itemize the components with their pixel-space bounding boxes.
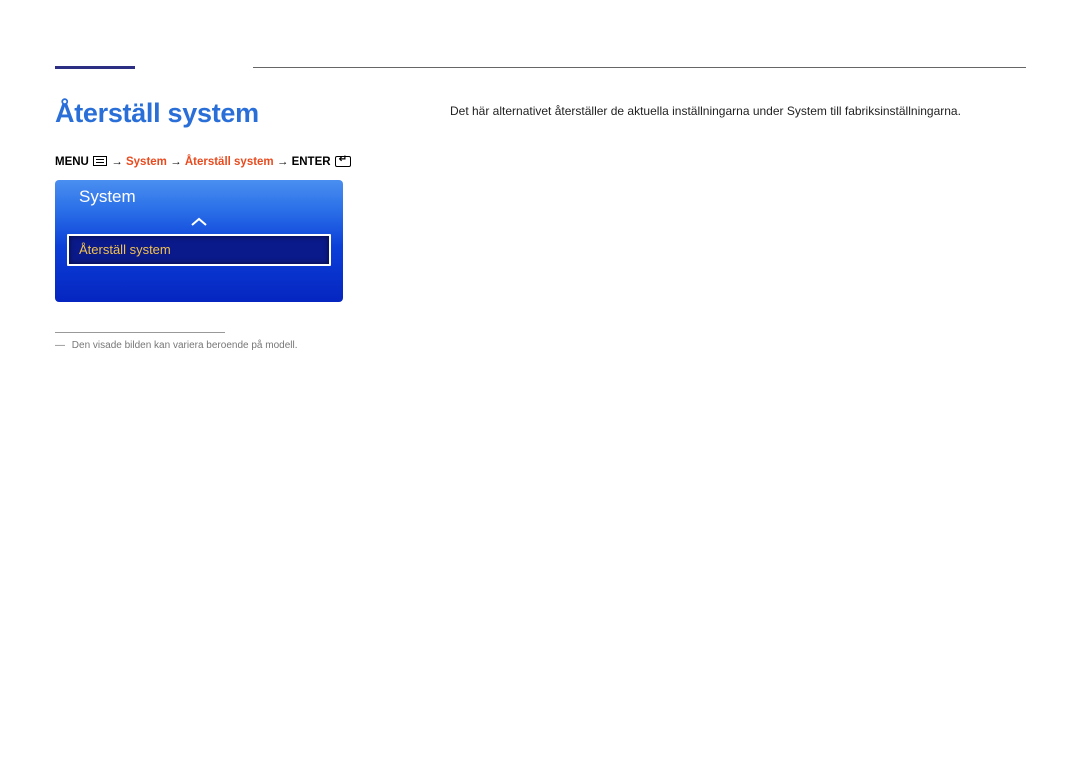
breadcrumb-item: Återställ system [185,156,274,168]
header-accent-bar [55,66,135,69]
menu-icon [93,156,107,166]
osd-menu-item-reset-system[interactable]: Återställ system [67,234,331,266]
footnote-rule [55,332,225,333]
footnote: ― Den visade bilden kan variera beroende… [55,340,297,351]
header-rule [253,67,1026,68]
chevron-up-icon [190,217,208,227]
enter-icon [335,156,351,167]
breadcrumb-system: System [126,156,167,168]
breadcrumb-arrow: → [277,156,289,168]
breadcrumb-arrow: → [111,156,123,168]
page-title: Återställ system [55,98,259,129]
osd-menu-item-label: Återställ system [79,242,171,257]
breadcrumb-arrow: → [170,156,182,168]
osd-panel-header: System [55,180,343,216]
footnote-text: Den visade bilden kan variera beroende p… [72,340,298,351]
footnote-dash: ― [55,340,65,351]
osd-panel: System Återställ system [55,180,343,302]
description-text: Det här alternativet återställer de aktu… [450,104,961,118]
breadcrumb-menu-label: MENU [55,156,89,168]
breadcrumb-enter-label: ENTER [292,156,331,168]
breadcrumb: MENU → System → Återställ system → ENTER [55,156,352,168]
scroll-up-indicator[interactable] [55,214,343,234]
